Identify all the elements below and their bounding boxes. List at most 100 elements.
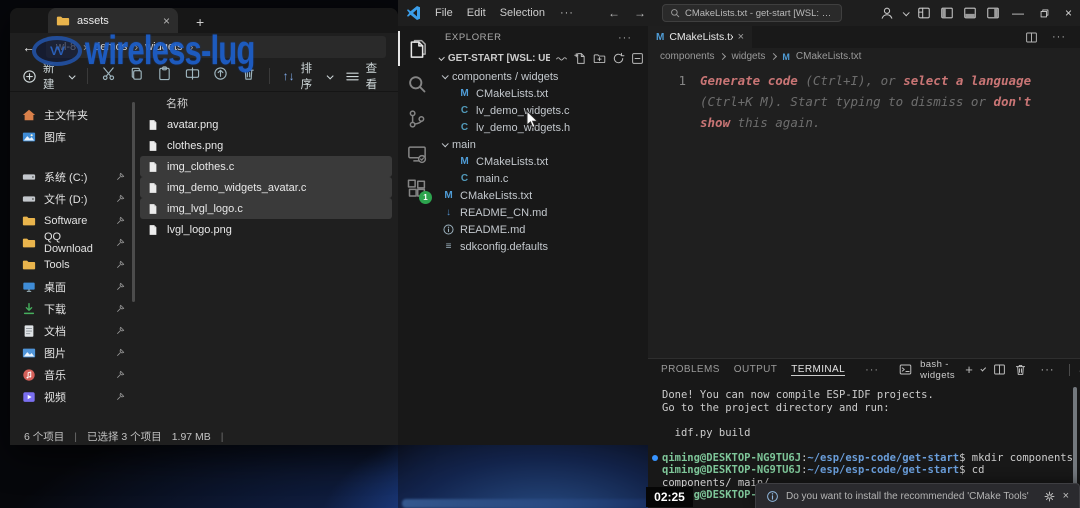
activity-source-control[interactable] (398, 101, 435, 136)
share-button[interactable] (213, 66, 228, 86)
new-terminal-button[interactable]: + (965, 362, 973, 377)
panel-bottom-icon[interactable] (963, 6, 977, 20)
tree-item[interactable]: README.md (435, 221, 648, 238)
restore-button[interactable] (1039, 8, 1050, 19)
tab-cmakelists[interactable]: M CMakeLists.txt × (648, 26, 752, 48)
nav-back-icon[interactable]: ← (608, 6, 620, 20)
name-column-header[interactable]: 名称 (140, 94, 398, 114)
new-button[interactable]: 新建 (22, 60, 76, 92)
breadcrumb[interactable]: wl-8 › demos › widgets › (46, 36, 386, 58)
file-row[interactable]: img_clothes.c (140, 156, 392, 177)
breadcrumb-item[interactable]: components (660, 51, 714, 62)
sidebar-item-drive[interactable]: 文件 (D:) (10, 188, 132, 210)
sidebar-item-document[interactable]: 文档 (10, 320, 132, 342)
workspace-section-header[interactable]: GET-START [WSL: UBUNTU-... (435, 49, 648, 68)
command-toolbar: 新建 ↑↓ 排序 查看 (10, 61, 398, 92)
tree-item[interactable]: ≡ sdkconfig.defaults (435, 238, 648, 255)
activity-extensions[interactable]: 1 (398, 171, 435, 206)
menu-selection[interactable]: Selection (493, 7, 552, 19)
editor-more-button[interactable]: ··· (1046, 31, 1072, 43)
command-center-search[interactable]: CMakeLists.txt - get-start [WSL: Ubuntu-… (661, 4, 842, 22)
view-button[interactable]: 查看 (345, 60, 386, 92)
chevron-down-icon[interactable] (980, 365, 987, 372)
tree-item[interactable]: main (435, 136, 648, 153)
explorer-tab-assets[interactable]: assets × (48, 8, 178, 33)
sidebar-item-video[interactable]: 视频 (10, 386, 132, 408)
tab-close-icon[interactable]: × (738, 31, 744, 43)
split-editor-icon[interactable] (1025, 31, 1038, 44)
file-row[interactable]: avatar.png (140, 114, 392, 135)
sync-icon[interactable] (555, 52, 568, 65)
breadcrumb-item[interactable]: demos (94, 41, 127, 53)
file-row[interactable]: img_demo_widgets_avatar.c (140, 177, 392, 198)
tree-item[interactable]: Cmain.c (435, 170, 648, 187)
new-tab-button[interactable]: + (196, 14, 204, 33)
terminal-more-button[interactable]: ··· (1035, 364, 1061, 376)
activity-search[interactable] (398, 66, 435, 101)
activity-explorer[interactable] (398, 31, 435, 66)
explorer-header: EXPLORER ··· (435, 26, 648, 49)
breadcrumb-item[interactable]: CMakeLists.txt (796, 51, 862, 62)
notification-close-icon[interactable]: × (1063, 490, 1069, 502)
sidebar-item-home[interactable]: 主文件夹 (10, 104, 132, 126)
tree-item[interactable]: M CMakeLists.txt (435, 153, 648, 170)
minimize-button[interactable]: — (1012, 6, 1024, 20)
breadcrumb-item[interactable]: widgets (731, 51, 765, 62)
breadcrumb-item[interactable]: widgets (145, 41, 182, 53)
drive-icon (22, 170, 36, 184)
menu-more-button[interactable]: ··· (554, 7, 580, 19)
sidebar-item-folder[interactable]: QQ Download (10, 231, 132, 255)
tree-item[interactable]: Clv_demo_widgets.h (435, 119, 648, 136)
gear-icon[interactable] (1043, 490, 1056, 503)
sidebar-item-music[interactable]: 音乐 (10, 364, 132, 386)
panel-right-icon[interactable] (986, 6, 1000, 20)
editor-breadcrumb[interactable]: components widgets M CMakeLists.txt (648, 48, 1080, 65)
sidebar-item-download[interactable]: 下载 (10, 298, 132, 320)
delete-button[interactable] (241, 66, 256, 86)
panel-left-icon[interactable] (940, 6, 954, 20)
copy-button[interactable] (129, 66, 144, 86)
cut-button[interactable] (101, 66, 116, 86)
items-count: 6 个项目 (24, 431, 65, 443)
rename-button[interactable] (185, 66, 200, 86)
sidebar-item-drive[interactable]: 系统 (C:) (10, 166, 132, 188)
back-button[interactable]: ← (22, 39, 36, 55)
sidebar-item-gallery[interactable]: 图库 (10, 126, 132, 148)
tree-item[interactable]: ↓ README_CN.md (435, 204, 648, 221)
sidebar-scrollbar[interactable] (132, 102, 135, 302)
sort-button[interactable]: ↑↓ 排序 (283, 60, 334, 92)
collapse-all-icon[interactable] (631, 52, 644, 65)
shell-label[interactable]: bash - widgets (920, 359, 957, 381)
nav-forward-icon[interactable]: → (634, 6, 646, 20)
close-button[interactable]: × (1065, 6, 1072, 20)
new-folder-icon[interactable] (593, 52, 606, 65)
menu-edit[interactable]: Edit (460, 7, 493, 19)
new-file-icon[interactable] (574, 52, 587, 65)
panel-tab-problems[interactable]: PROBLEMS (661, 364, 720, 375)
menu-file[interactable]: File (428, 7, 460, 19)
split-icon[interactable] (993, 363, 1006, 376)
panel-tab-output[interactable]: OUTPUT (734, 364, 778, 375)
sidebar-item-folder[interactable]: Tools (10, 254, 132, 276)
tree-item[interactable]: M CMakeLists.txt (435, 187, 648, 204)
sidebar-item-desktop[interactable]: 桌面 (10, 276, 132, 298)
panel-tab-terminal[interactable]: TERMINAL (791, 364, 845, 375)
tab-close-icon[interactable]: × (163, 14, 170, 28)
file-row[interactable]: img_lvgl_logo.c (140, 198, 392, 219)
tree-item[interactable]: M CMakeLists.txt (435, 85, 648, 102)
sidebar-item-folder[interactable]: Software (10, 210, 132, 232)
file-row[interactable]: clothes.png (140, 135, 392, 156)
tree-item[interactable]: Clv_demo_widgets.c (435, 102, 648, 119)
account-icon[interactable] (880, 6, 894, 20)
sidebar-item-pictures[interactable]: 图片 (10, 342, 132, 364)
tree-item[interactable]: components / widgets (435, 68, 648, 85)
delete-icon[interactable] (1014, 363, 1027, 376)
layout-customize-icon[interactable] (917, 6, 931, 20)
file-row[interactable]: lvgl_logo.png (140, 219, 392, 240)
activity-remote[interactable] (398, 136, 435, 171)
panel-more-button[interactable]: ··· (859, 364, 885, 376)
code-area[interactable]: 1 Generate code (Ctrl+I), or select a la… (648, 65, 1080, 133)
explorer-more-button[interactable]: ··· (612, 32, 638, 44)
refresh-icon[interactable] (612, 52, 625, 65)
paste-button[interactable] (157, 66, 172, 86)
